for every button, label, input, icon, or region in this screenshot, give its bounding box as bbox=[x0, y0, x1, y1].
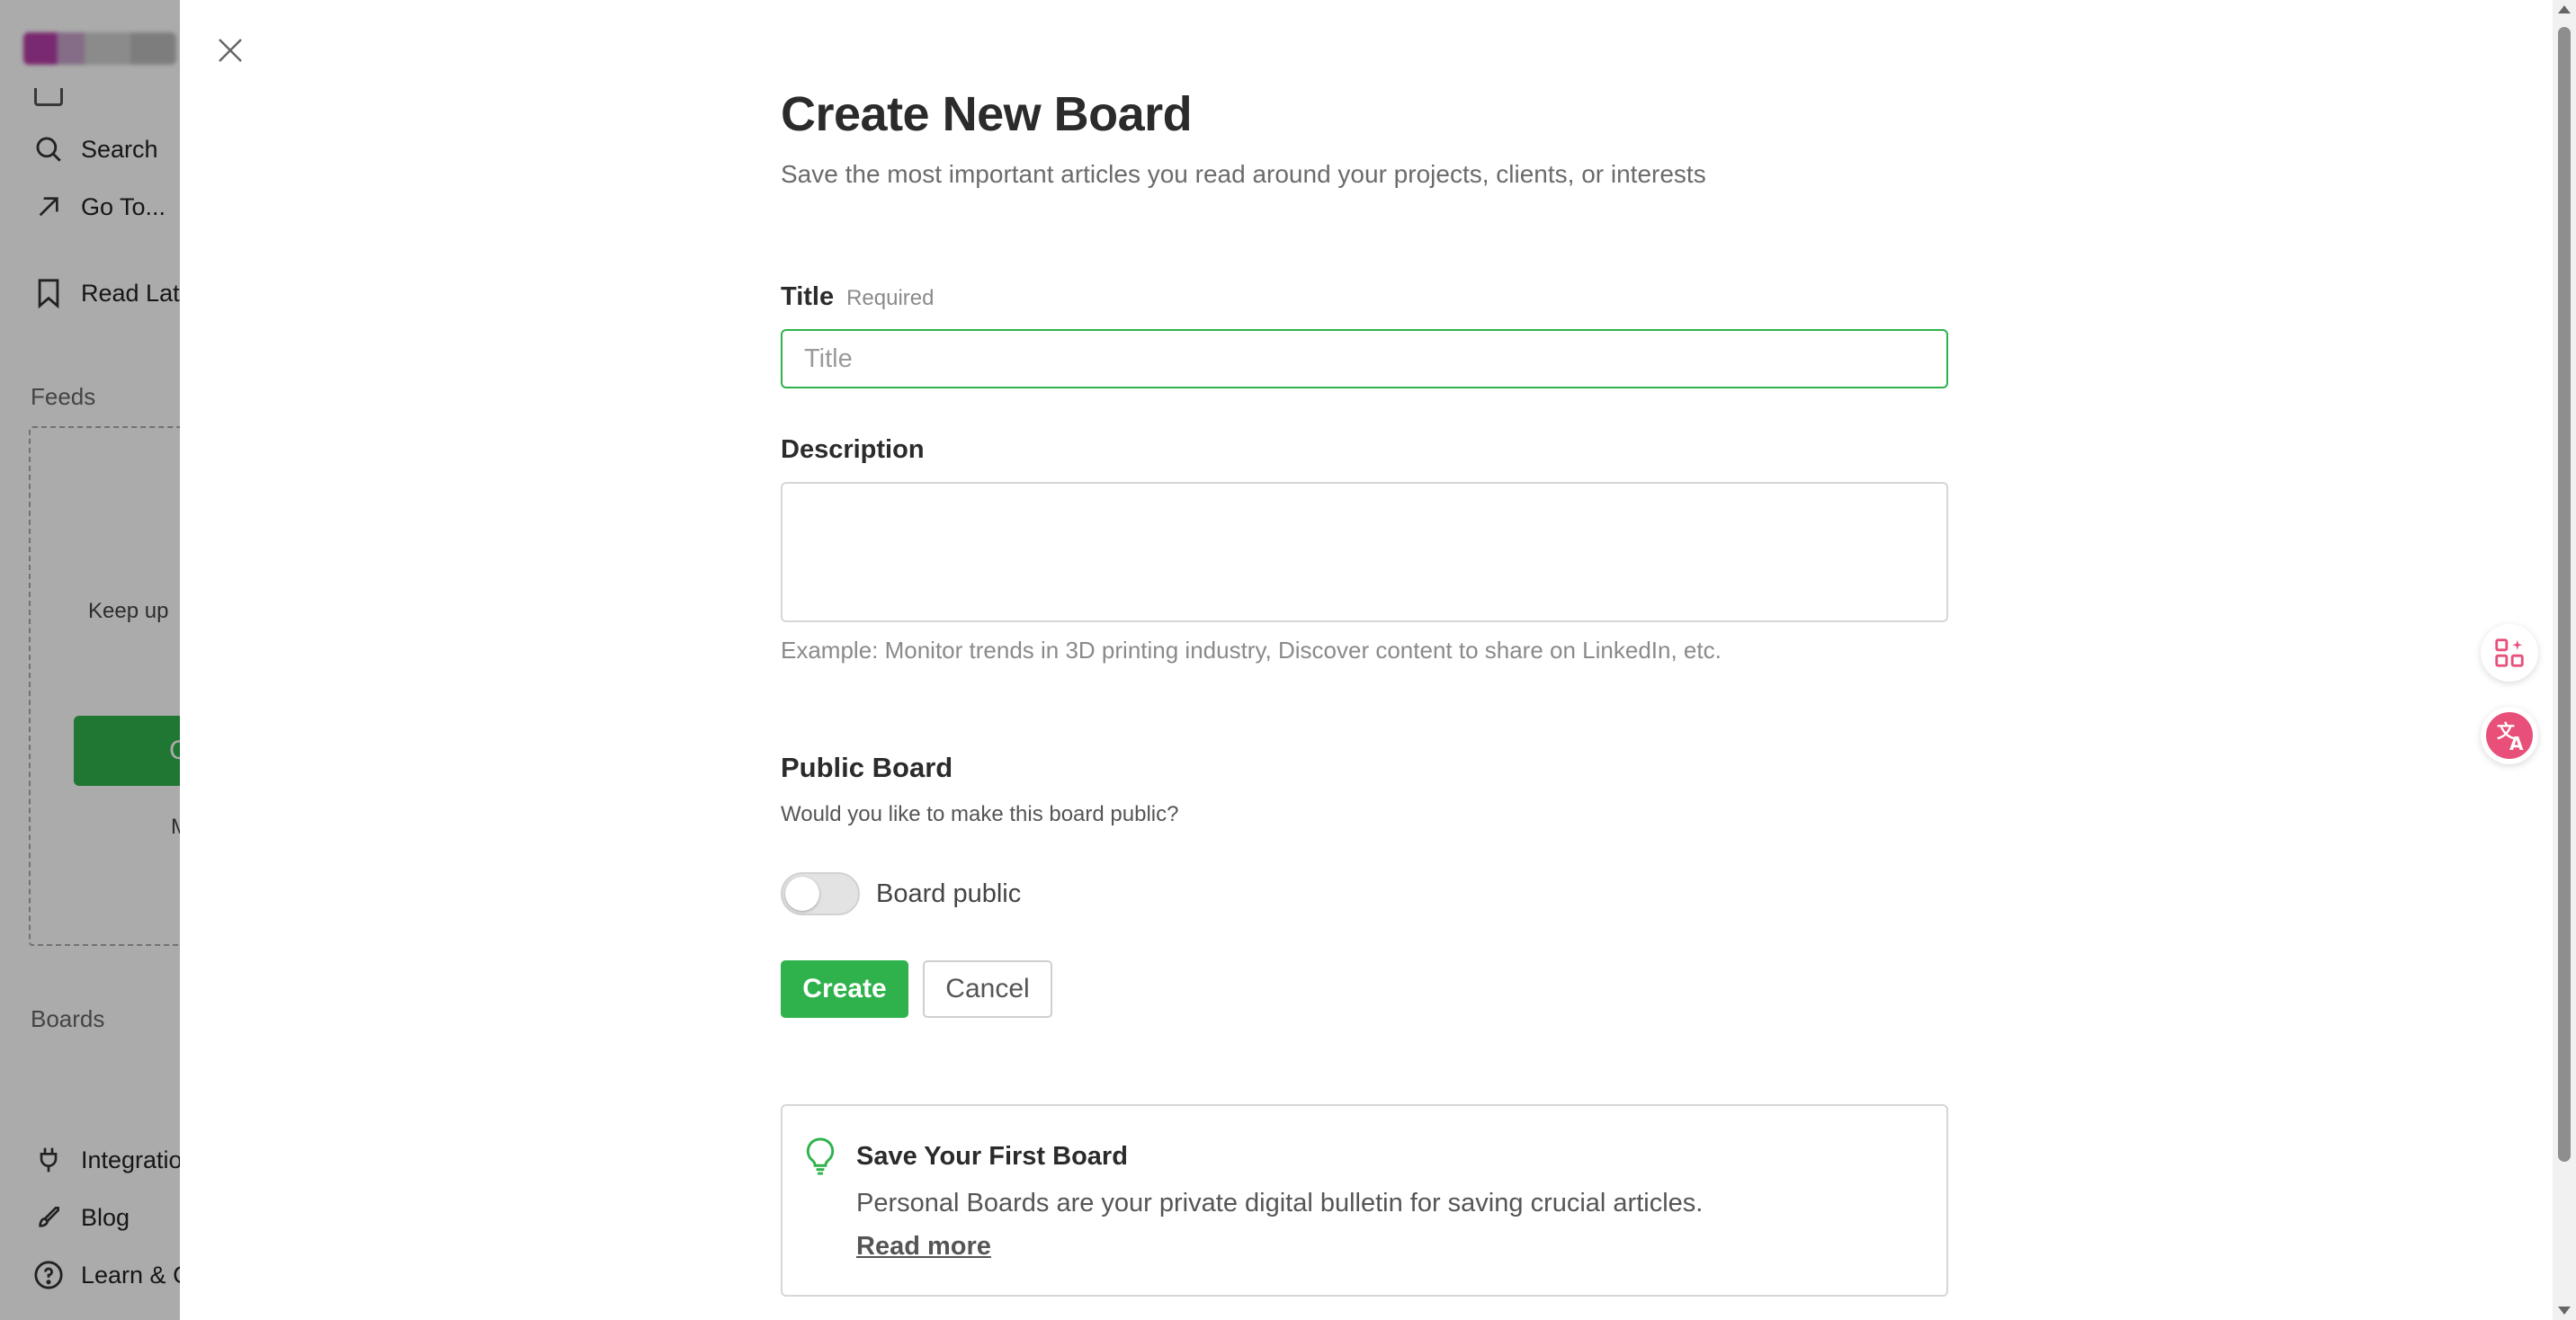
lightbulb-icon bbox=[806, 1137, 835, 1175]
close-icon bbox=[219, 39, 242, 62]
toggle-knob bbox=[785, 877, 819, 911]
create-board-modal: Create New Board Save the most important… bbox=[180, 0, 2553, 1320]
tip-title: Save Your First Board bbox=[856, 1142, 1128, 1171]
tip-box: Save Your First Board Personal Boards ar… bbox=[781, 1104, 1948, 1297]
svg-text:A: A bbox=[2509, 733, 2524, 754]
create-button[interactable]: Create bbox=[781, 960, 908, 1018]
title-input[interactable] bbox=[781, 329, 1948, 388]
apps-grid-icon bbox=[2495, 638, 2524, 667]
scrollbar-thumb[interactable] bbox=[2558, 27, 2571, 1162]
cancel-button[interactable]: Cancel bbox=[923, 960, 1052, 1018]
board-public-toggle[interactable] bbox=[781, 872, 860, 915]
required-indicator: Required bbox=[846, 286, 935, 310]
description-input[interactable] bbox=[781, 482, 1948, 622]
public-toggle-row: Board public bbox=[781, 872, 1021, 915]
title-label: Title Required bbox=[781, 282, 935, 312]
page-subtitle: Save the most important articles you rea… bbox=[781, 160, 1706, 188]
translate-extension-button[interactable]: 文 A bbox=[2481, 707, 2538, 764]
read-more-link[interactable]: Read more bbox=[856, 1232, 991, 1262]
translate-icon: 文 A bbox=[2486, 712, 2533, 759]
tip-text: Personal Boards are your private digital… bbox=[856, 1189, 1704, 1217]
description-label: Description bbox=[781, 435, 925, 464]
apps-extension-button[interactable] bbox=[2481, 624, 2538, 682]
scroll-down-arrow[interactable] bbox=[2558, 1307, 2571, 1315]
title-label-text: Title bbox=[781, 282, 835, 311]
board-public-label: Board public bbox=[876, 879, 1022, 908]
public-board-heading: Public Board bbox=[781, 752, 953, 783]
public-board-question: Would you like to make this board public… bbox=[781, 802, 1179, 826]
modal-backdrop[interactable] bbox=[0, 0, 180, 1320]
description-hint: Example: Monitor trends in 3D printing i… bbox=[781, 637, 1722, 664]
close-modal-button[interactable] bbox=[212, 32, 248, 68]
scroll-up-arrow[interactable] bbox=[2558, 5, 2571, 13]
page-scrollbar[interactable] bbox=[2553, 0, 2576, 1320]
page-title: Create New Board bbox=[781, 87, 1193, 141]
